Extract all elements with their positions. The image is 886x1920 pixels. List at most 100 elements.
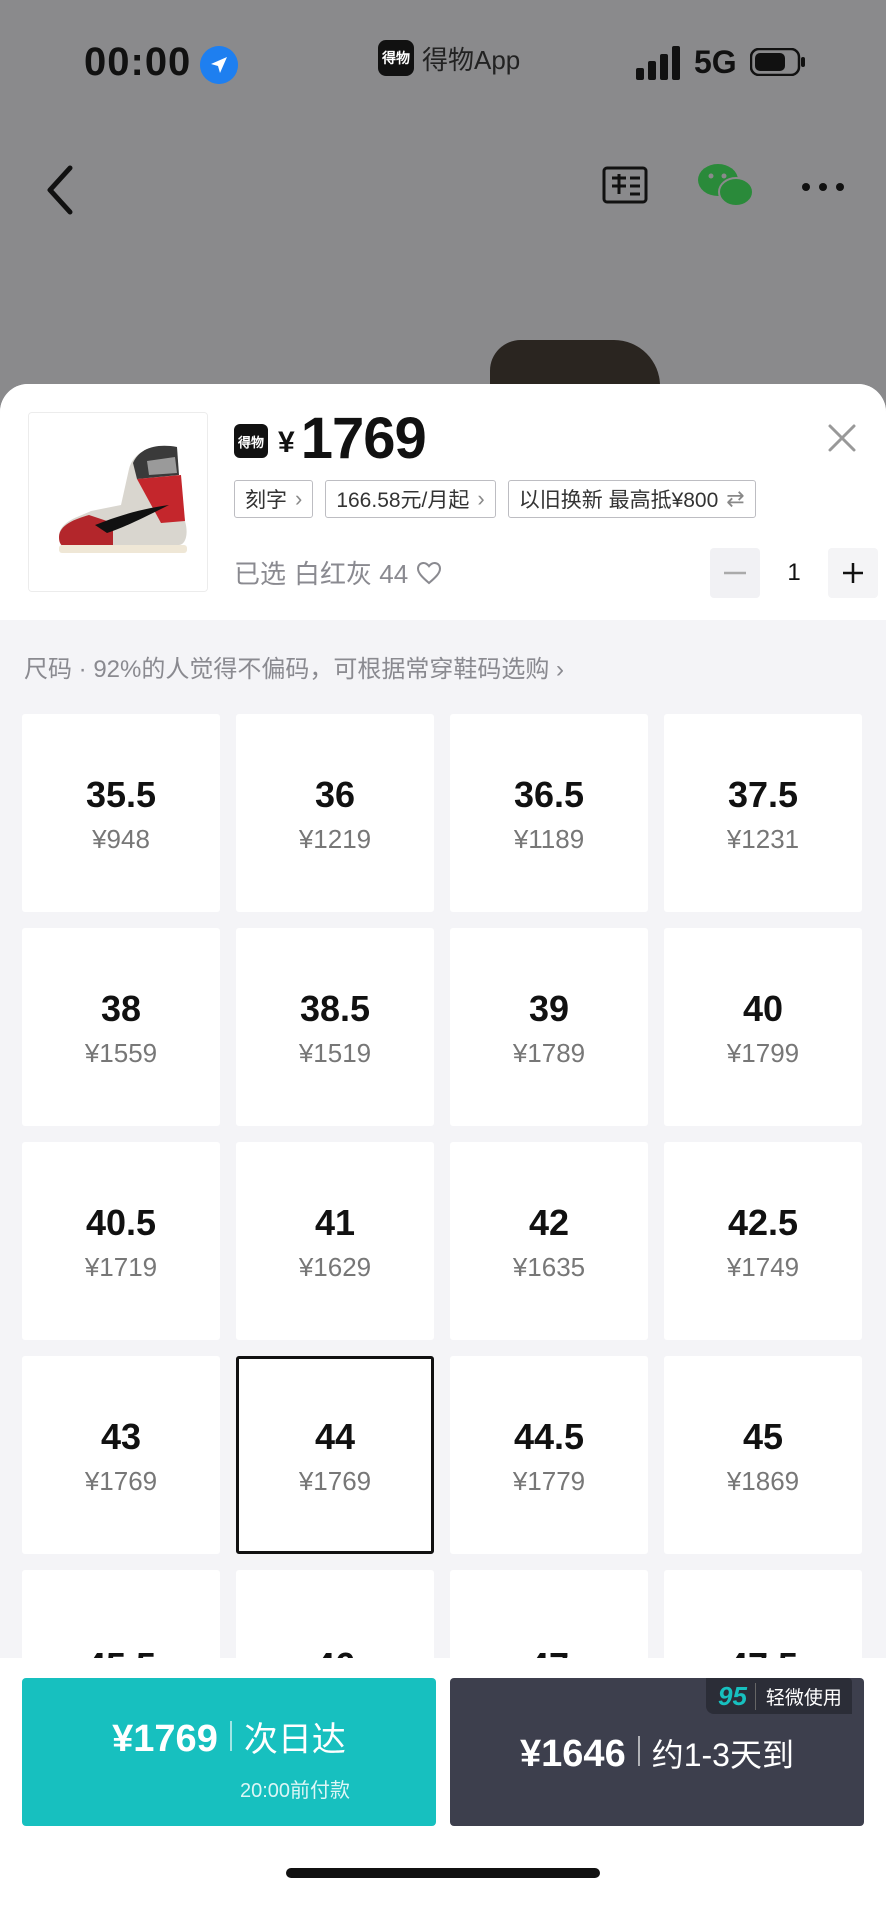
size-option[interactable]: 44.5 ¥1779	[450, 1356, 648, 1554]
size-value: 38	[100, 987, 142, 1029]
selected-prefix: 已选	[234, 559, 287, 589]
size-price: ¥1559	[84, 1037, 158, 1068]
size-option[interactable]: 39 ¥1789	[450, 928, 648, 1126]
home-indicator	[286, 1868, 600, 1878]
product-image-backdrop	[490, 340, 660, 386]
back-arrow-icon[interactable]	[40, 160, 80, 220]
size-value: 35.5	[85, 773, 157, 815]
decrease-quantity-button[interactable]	[710, 548, 760, 598]
app-name: 得物App	[422, 44, 521, 75]
tag-installment[interactable]: 166.58元/月起 ›	[325, 480, 496, 518]
size-value: 39	[528, 987, 570, 1029]
chevron-right-icon: ›	[295, 486, 303, 511]
size-option[interactable]: 41 ¥1629	[236, 1142, 434, 1340]
delivery-label: 次日达	[243, 1721, 346, 1759]
size-option[interactable]: 37.5 ¥1231	[664, 714, 862, 912]
selected-value: 白红灰 44	[294, 559, 409, 589]
tag-trade-in[interactable]: 以旧换新 最高抵¥800 ⇄	[507, 480, 756, 518]
size-option[interactable]: 36.5 ¥1189	[450, 714, 648, 912]
signal-icon	[636, 46, 680, 80]
buy-price: ¥1646	[520, 1733, 626, 1775]
more-options-icon[interactable]	[800, 180, 846, 194]
size-option[interactable]: 44 ¥1769	[236, 1356, 434, 1554]
swap-arrows-icon: ⇄	[726, 486, 745, 511]
size-value: 36.5	[513, 773, 585, 815]
service-tags: 刻字 › 166.58元/月起 › 以旧换新 最高抵¥800 ⇄	[234, 480, 756, 518]
size-price: ¥1869	[726, 1465, 800, 1496]
size-price: ¥1769	[298, 1465, 372, 1496]
size-value: 41	[314, 1201, 356, 1243]
condition-badge: 95 轻微使用	[706, 1678, 852, 1714]
plus-icon	[843, 563, 863, 583]
size-price: ¥1719	[84, 1251, 158, 1282]
size-fit-hint[interactable]: 尺码 · 92%的人觉得不偏码，可根据常穿鞋码选购 ›	[24, 649, 564, 684]
delivery-label: 约1-3天到	[651, 1737, 794, 1773]
location-arrow-icon	[200, 46, 238, 84]
size-value: 42.5	[727, 1201, 799, 1243]
buy-next-day-button[interactable]: ¥1769 次日达 20:00前付款	[22, 1678, 436, 1826]
network-type: 5G	[694, 44, 737, 80]
brand-badge-icon: 得物	[234, 424, 268, 458]
size-value: 38.5	[299, 987, 371, 1029]
size-price: ¥1789	[512, 1037, 586, 1068]
current-price: 1769	[300, 406, 427, 471]
size-grid: 35.5 ¥948 36 ¥1219 36.5 ¥1189 37.5 ¥1231 38 ¥1559…	[22, 714, 864, 1768]
quantity-stepper: 1	[710, 548, 878, 598]
payment-deadline: 20:00前付款	[240, 1780, 351, 1802]
size-price: ¥1629	[298, 1251, 372, 1282]
size-price: ¥1799	[726, 1037, 800, 1068]
size-value: 44	[314, 1415, 356, 1457]
size-price: ¥1519	[298, 1037, 372, 1068]
product-thumbnail	[28, 412, 208, 592]
size-value: 45	[742, 1415, 784, 1457]
size-price: ¥1635	[512, 1251, 586, 1282]
divider	[637, 1736, 640, 1766]
increase-quantity-button[interactable]	[828, 548, 878, 598]
tag-label: 166.58元/月起	[336, 489, 470, 512]
tag-engraving[interactable]: 刻字 ›	[234, 480, 314, 518]
size-option[interactable]: 42.5 ¥1749	[664, 1142, 862, 1340]
size-price: ¥1779	[512, 1465, 586, 1496]
selected-variant: 已选 白红灰 44	[234, 554, 442, 591]
tag-label: 以旧换新 最高抵¥800	[518, 489, 719, 512]
size-value: 40	[742, 987, 784, 1029]
size-value: 42	[528, 1201, 570, 1243]
chevron-right-icon: ›	[477, 486, 485, 511]
size-price: ¥948	[92, 823, 150, 854]
buy-bar: ¥1769 次日达 20:00前付款 95 轻微使用 ¥1646 约1-3天到	[0, 1658, 886, 1920]
app-logo-icon: 得物	[378, 40, 414, 76]
size-value: 43	[100, 1415, 142, 1457]
size-option[interactable]: 35.5 ¥948	[22, 714, 220, 912]
size-option[interactable]: 42 ¥1635	[450, 1142, 648, 1340]
size-price: ¥1769	[84, 1465, 158, 1496]
divider	[229, 1721, 232, 1751]
sheet-header: 得物 ¥ 1769 刻字 › 166.58元/月起 › 以旧换新 最高抵¥800…	[0, 384, 886, 620]
price-row: 得物 ¥ 1769	[234, 402, 427, 472]
condition-label: 轻微使用	[754, 1682, 852, 1710]
size-selection-sheet: 得物 ¥ 1769 刻字 › 166.58元/月起 › 以旧换新 最高抵¥800…	[0, 384, 886, 1920]
size-option[interactable]: 45 ¥1869	[664, 1356, 862, 1554]
currency-symbol: ¥	[278, 426, 295, 459]
minus-icon	[724, 571, 746, 575]
return-to-app[interactable]: 得物 得物App	[378, 40, 520, 76]
buy-used-button[interactable]: 95 轻微使用 ¥1646 约1-3天到	[450, 1678, 864, 1826]
heart-icon[interactable]	[416, 561, 442, 585]
wechat-share-icon[interactable]	[696, 160, 756, 210]
size-option[interactable]: 43 ¥1769	[22, 1356, 220, 1554]
size-value: 44.5	[513, 1415, 585, 1457]
size-option[interactable]: 38 ¥1559	[22, 928, 220, 1126]
size-price: ¥1231	[726, 823, 800, 854]
nav-bar	[0, 140, 886, 240]
size-option[interactable]: 36 ¥1219	[236, 714, 434, 912]
close-icon[interactable]	[824, 420, 860, 456]
size-option[interactable]: 40.5 ¥1719	[22, 1142, 220, 1340]
size-option[interactable]: 40 ¥1799	[664, 928, 862, 1126]
size-price: ¥1189	[513, 823, 585, 854]
tag-label: 刻字	[245, 489, 287, 512]
size-price: ¥1749	[726, 1251, 800, 1282]
size-option[interactable]: 38.5 ¥1519	[236, 928, 434, 1126]
buy-price: ¥1769	[112, 1718, 218, 1760]
size-value: 40.5	[85, 1201, 157, 1243]
battery-icon	[750, 48, 805, 76]
sell-icon[interactable]	[600, 160, 650, 210]
